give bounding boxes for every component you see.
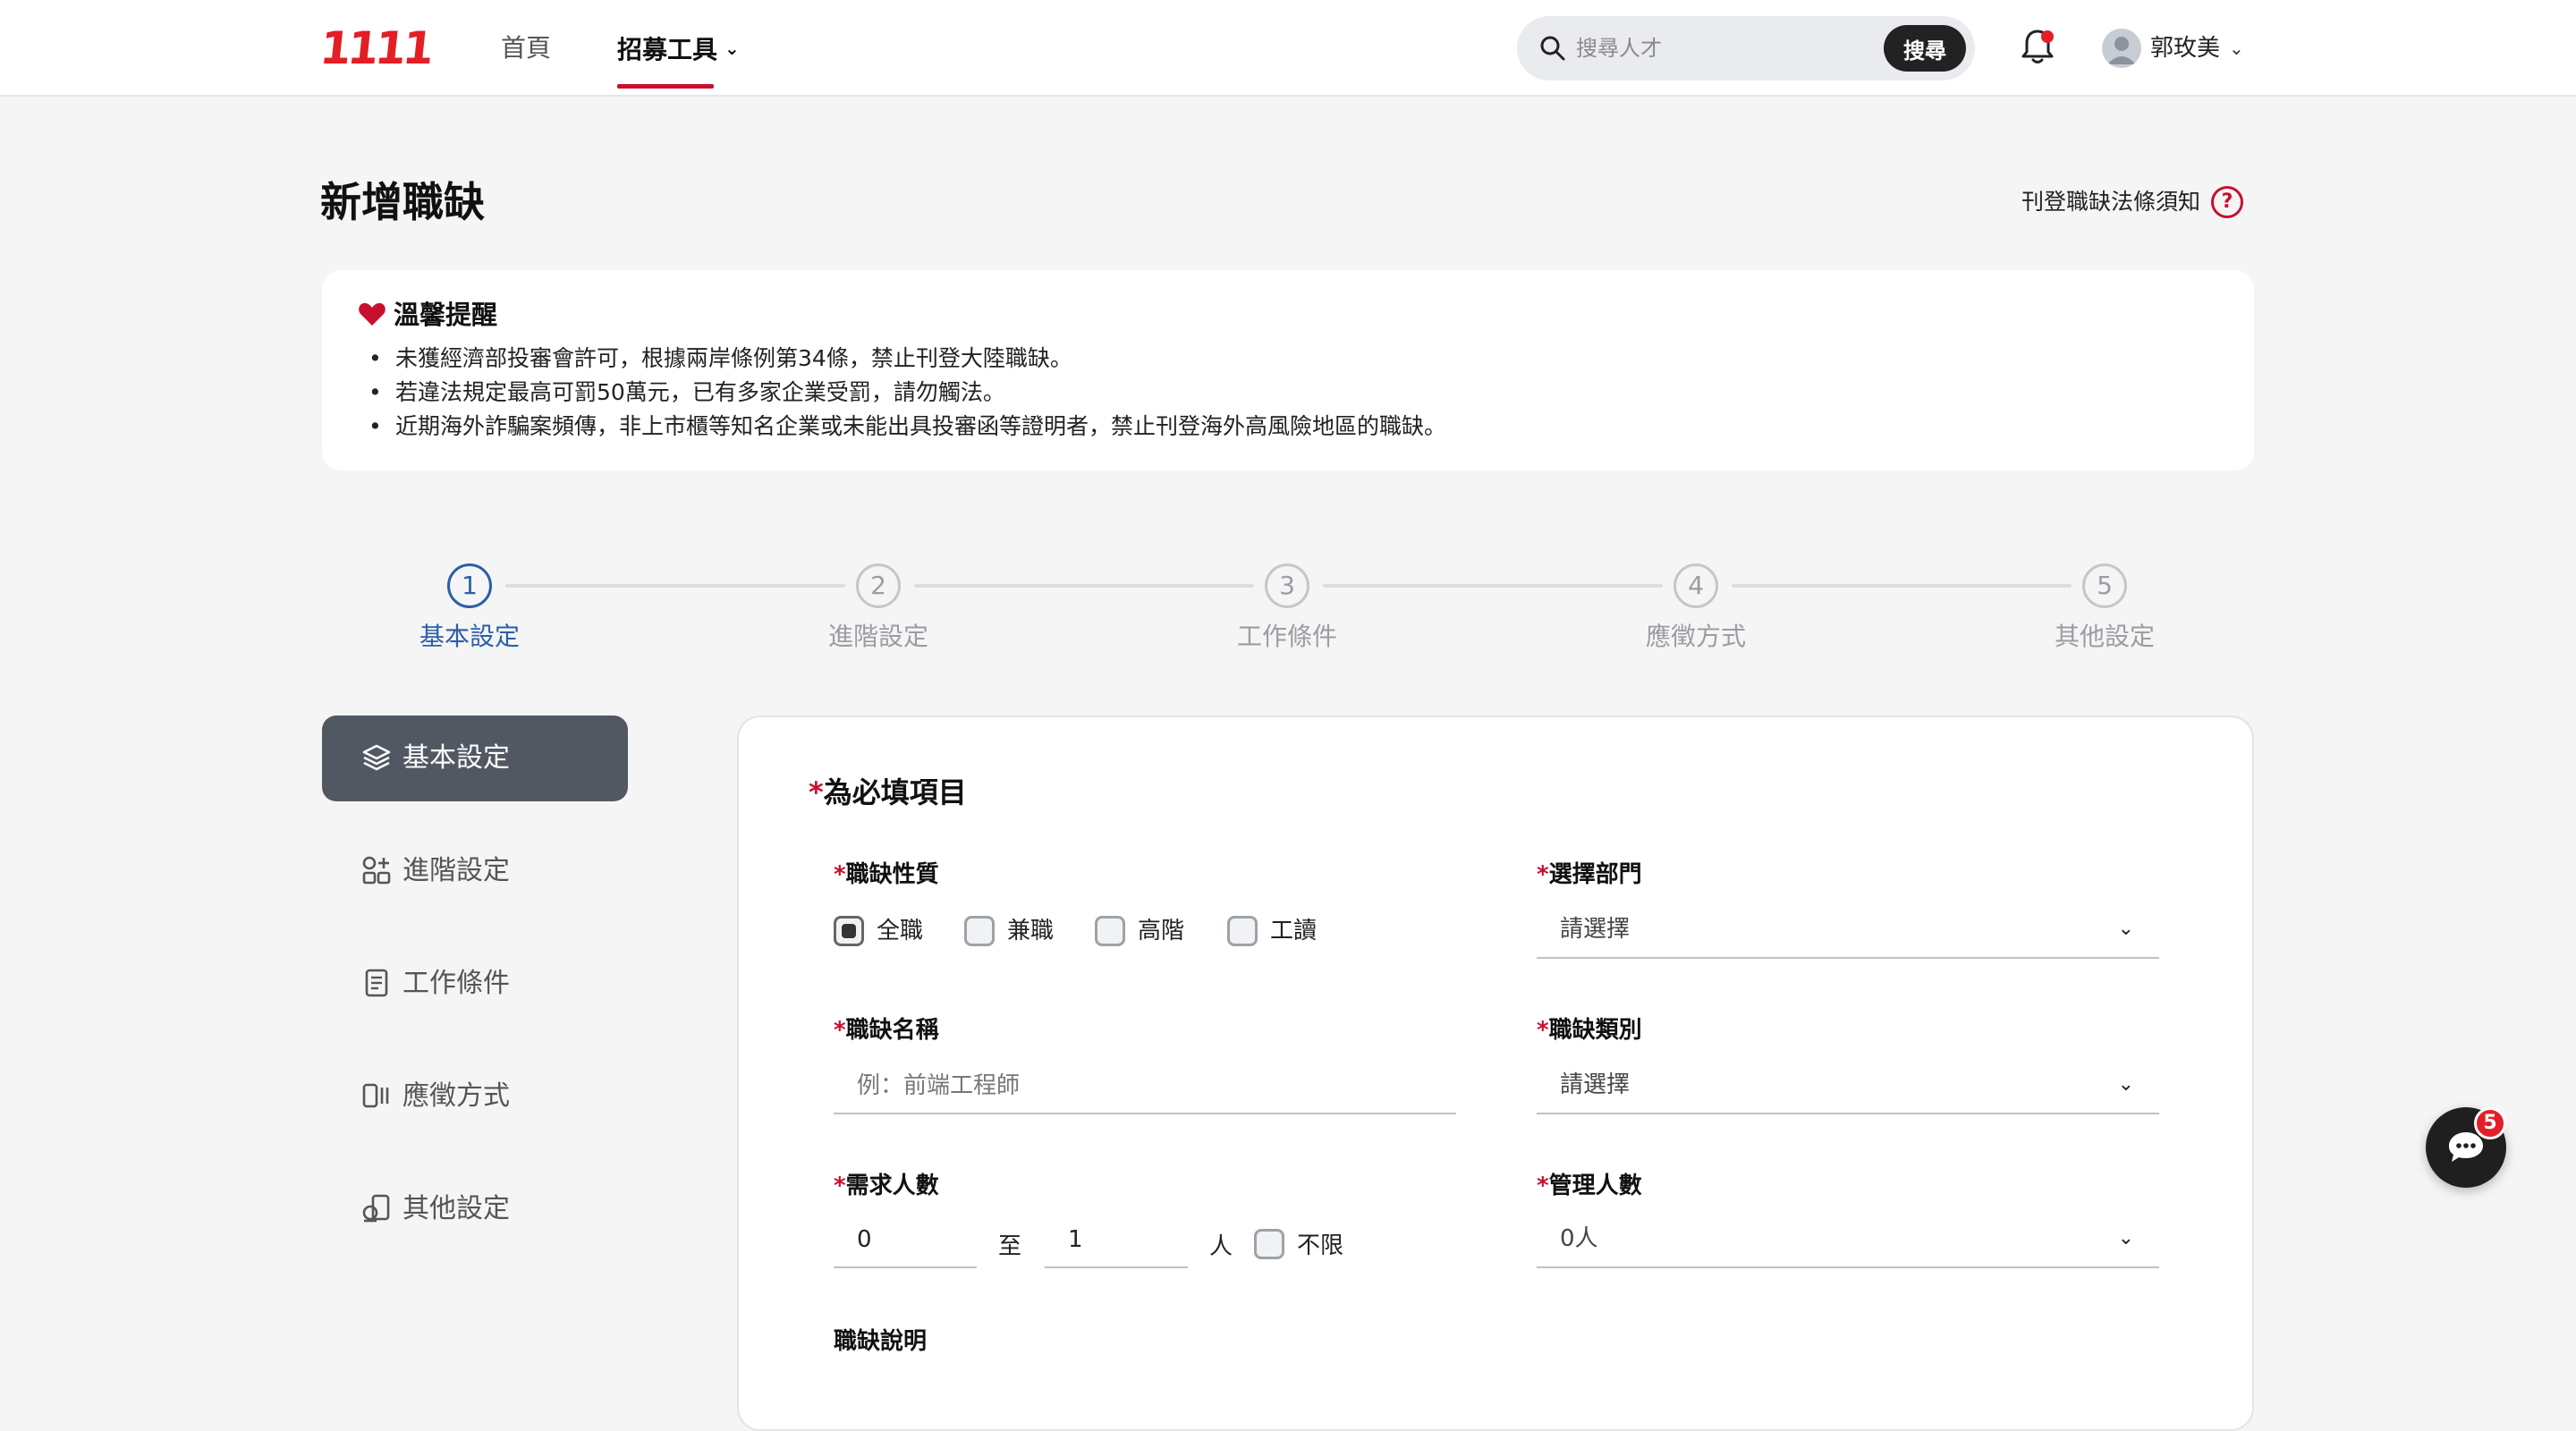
headcount-label-text: 需求人數 xyxy=(845,1173,939,1199)
manage-count-select[interactable]: 0人 ⌄ xyxy=(1537,1213,2159,1268)
sidebar-item-conditions[interactable]: 工作條件 xyxy=(322,941,628,1027)
job-category-label-text: 職缺類別 xyxy=(1548,1017,1642,1044)
notice-title: 溫馨提醒 xyxy=(394,300,498,330)
search-icon xyxy=(1540,36,1565,61)
nav-recruit-tools[interactable]: 招募工具 ⌄ xyxy=(617,30,740,68)
chevron-down-icon: ⌄ xyxy=(2117,1073,2134,1096)
notice-list: 未獲經濟部投審會許可，根據兩岸條例第34條，禁止刊登大陸職缺。 若違法規定最高可… xyxy=(369,342,1446,444)
job-nature-label-text: 職缺性質 xyxy=(845,861,939,888)
headcount-label: *需求人數 xyxy=(834,1173,939,1199)
required-note: *為必填項目 xyxy=(809,775,967,809)
law-notice-link[interactable]: 刊登職缺法條須知 xyxy=(2021,186,2200,218)
sidebar-item-basic[interactable]: 基本設定 xyxy=(322,716,628,801)
chevron-down-icon: ⌄ xyxy=(2117,1227,2134,1249)
step-2-circle[interactable]: 2 xyxy=(856,563,901,608)
step-connector xyxy=(914,584,1254,588)
step-5-label[interactable]: 其他設定 xyxy=(2015,619,2194,655)
job-category-select-value: 請選擇 xyxy=(1560,1071,1631,1098)
talent-search-input[interactable] xyxy=(1576,30,1844,66)
user-name[interactable]: 郭玫美 xyxy=(2150,30,2220,66)
headcount-to-text: 至 xyxy=(998,1233,1022,1260)
brand-logo[interactable]: 1111 xyxy=(318,22,433,74)
sidebar-item-apply[interactable]: 應徵方式 xyxy=(322,1054,628,1139)
sidebar-item-label: 其他設定 xyxy=(402,1193,510,1224)
job-nature-label: *職缺性質 xyxy=(834,861,939,888)
department-select-value: 請選擇 xyxy=(1560,916,1631,943)
user-menu-chevron-icon[interactable]: ⌄ xyxy=(2229,38,2244,59)
department-select[interactable]: 請選擇 ⌄ xyxy=(1537,903,2159,959)
headcount-unit-text: 人 xyxy=(1209,1233,1233,1260)
notice-item: 若違法規定最高可罰50萬元，已有多家企業受罰，請勿觸法。 xyxy=(369,376,1446,410)
job-nature-fulltime-label[interactable]: 全職 xyxy=(877,915,923,947)
chat-unread-badge: 5 xyxy=(2474,1107,2506,1139)
step-2-label[interactable]: 進階設定 xyxy=(789,619,968,655)
sidebar-item-advanced[interactable]: 進階設定 xyxy=(322,828,628,914)
job-name-label-text: 職缺名稱 xyxy=(845,1017,939,1044)
heart-icon xyxy=(359,302,386,326)
page-title: 新增職缺 xyxy=(320,178,485,226)
job-category-label: *職缺類別 xyxy=(1537,1017,1642,1044)
manage-count-label-text: 管理人數 xyxy=(1548,1173,1642,1199)
nav-home[interactable]: 首頁 xyxy=(501,30,551,66)
notice-item: 近期海外詐騙案頻傳，非上市櫃等知名企業或未能出具投審函等證明者，禁止刊登海外高風… xyxy=(369,410,1446,444)
step-3-label[interactable]: 工作條件 xyxy=(1198,619,1377,655)
avatar[interactable] xyxy=(2102,29,2141,68)
headcount-unlimited-label[interactable]: 不限 xyxy=(1297,1230,1343,1262)
sidebar-item-label: 工作條件 xyxy=(402,968,510,999)
manage-count-select-value: 0人 xyxy=(1560,1225,1598,1252)
notice-item: 未獲經濟部投審會許可，根據兩岸條例第34條，禁止刊登大陸職缺。 xyxy=(369,342,1446,376)
grid-plus-icon xyxy=(362,856,391,885)
job-category-select[interactable]: 請選擇 ⌄ xyxy=(1537,1059,2159,1114)
sidebar-item-label: 應徵方式 xyxy=(402,1080,510,1112)
document-icon xyxy=(365,969,388,997)
chevron-down-icon: ⌄ xyxy=(724,38,740,59)
required-note-text: 為必填項目 xyxy=(823,775,967,809)
nav-recruit-tools-label: 招募工具 xyxy=(617,35,718,64)
search-button[interactable]: 搜尋 xyxy=(1884,25,1966,72)
step-3-circle[interactable]: 3 xyxy=(1265,563,1309,608)
headcount-max-input[interactable] xyxy=(1045,1213,1188,1268)
job-nature-senior-label[interactable]: 高階 xyxy=(1138,915,1184,947)
job-nature-senior-checkbox[interactable] xyxy=(1095,916,1125,946)
step-1-label[interactable]: 基本設定 xyxy=(380,619,559,655)
basic-settings-form: *為必填項目 *職缺性質 全職 兼職 高階 工讀 *選擇部門 請選擇 ⌄ *職缺… xyxy=(737,716,2254,1431)
job-nature-fulltime-checkbox[interactable] xyxy=(834,916,864,946)
step-1-circle[interactable]: 1 xyxy=(447,563,492,608)
manage-count-label: *管理人數 xyxy=(1537,1173,1642,1199)
nav-active-indicator xyxy=(617,84,714,89)
step-connector xyxy=(1732,584,2072,588)
step-4-circle[interactable]: 4 xyxy=(1674,563,1718,608)
sidebar-item-others[interactable]: 其他設定 xyxy=(322,1166,628,1252)
user-avatar-icon xyxy=(2107,37,2136,64)
department-label: *選擇部門 xyxy=(1537,861,1642,888)
sidebar-item-label: 基本設定 xyxy=(402,742,510,774)
job-nature-parttime-label[interactable]: 兼職 xyxy=(1007,915,1054,947)
talent-search-bar: 搜尋 xyxy=(1517,16,1975,80)
headcount-unlimited-checkbox[interactable] xyxy=(1254,1229,1284,1259)
description-label: 職缺說明 xyxy=(834,1328,928,1355)
job-name-input[interactable] xyxy=(834,1059,1456,1114)
notification-dot xyxy=(2041,30,2054,43)
warm-reminder-panel: 溫馨提醒 未獲經濟部投審會許可，根據兩岸條例第34條，禁止刊登大陸職缺。 若違法… xyxy=(322,270,2254,470)
job-nature-student-checkbox[interactable] xyxy=(1227,916,1258,946)
job-nature-student-label[interactable]: 工讀 xyxy=(1270,915,1317,947)
department-label-text: 選擇部門 xyxy=(1548,861,1642,888)
headcount-min-input[interactable] xyxy=(834,1213,977,1268)
layers-icon xyxy=(362,744,391,771)
chevron-down-icon: ⌄ xyxy=(2117,918,2134,940)
step-connector xyxy=(1323,584,1663,588)
apply-icon xyxy=(362,1083,389,1108)
step-connector xyxy=(505,584,845,588)
step-4-label[interactable]: 應徵方式 xyxy=(1606,619,1785,655)
settings-shapes-icon xyxy=(362,1194,390,1223)
top-navigation-bar: 1111 首頁 招募工具 ⌄ 搜尋 郭玫美 ⌄ xyxy=(0,0,2576,97)
job-nature-parttime-checkbox[interactable] xyxy=(964,916,995,946)
help-circle-icon[interactable]: ? xyxy=(2211,186,2243,218)
step-5-circle[interactable]: 5 xyxy=(2082,563,2127,608)
sidebar-item-label: 進階設定 xyxy=(402,855,510,886)
job-name-label: *職缺名稱 xyxy=(834,1017,939,1044)
